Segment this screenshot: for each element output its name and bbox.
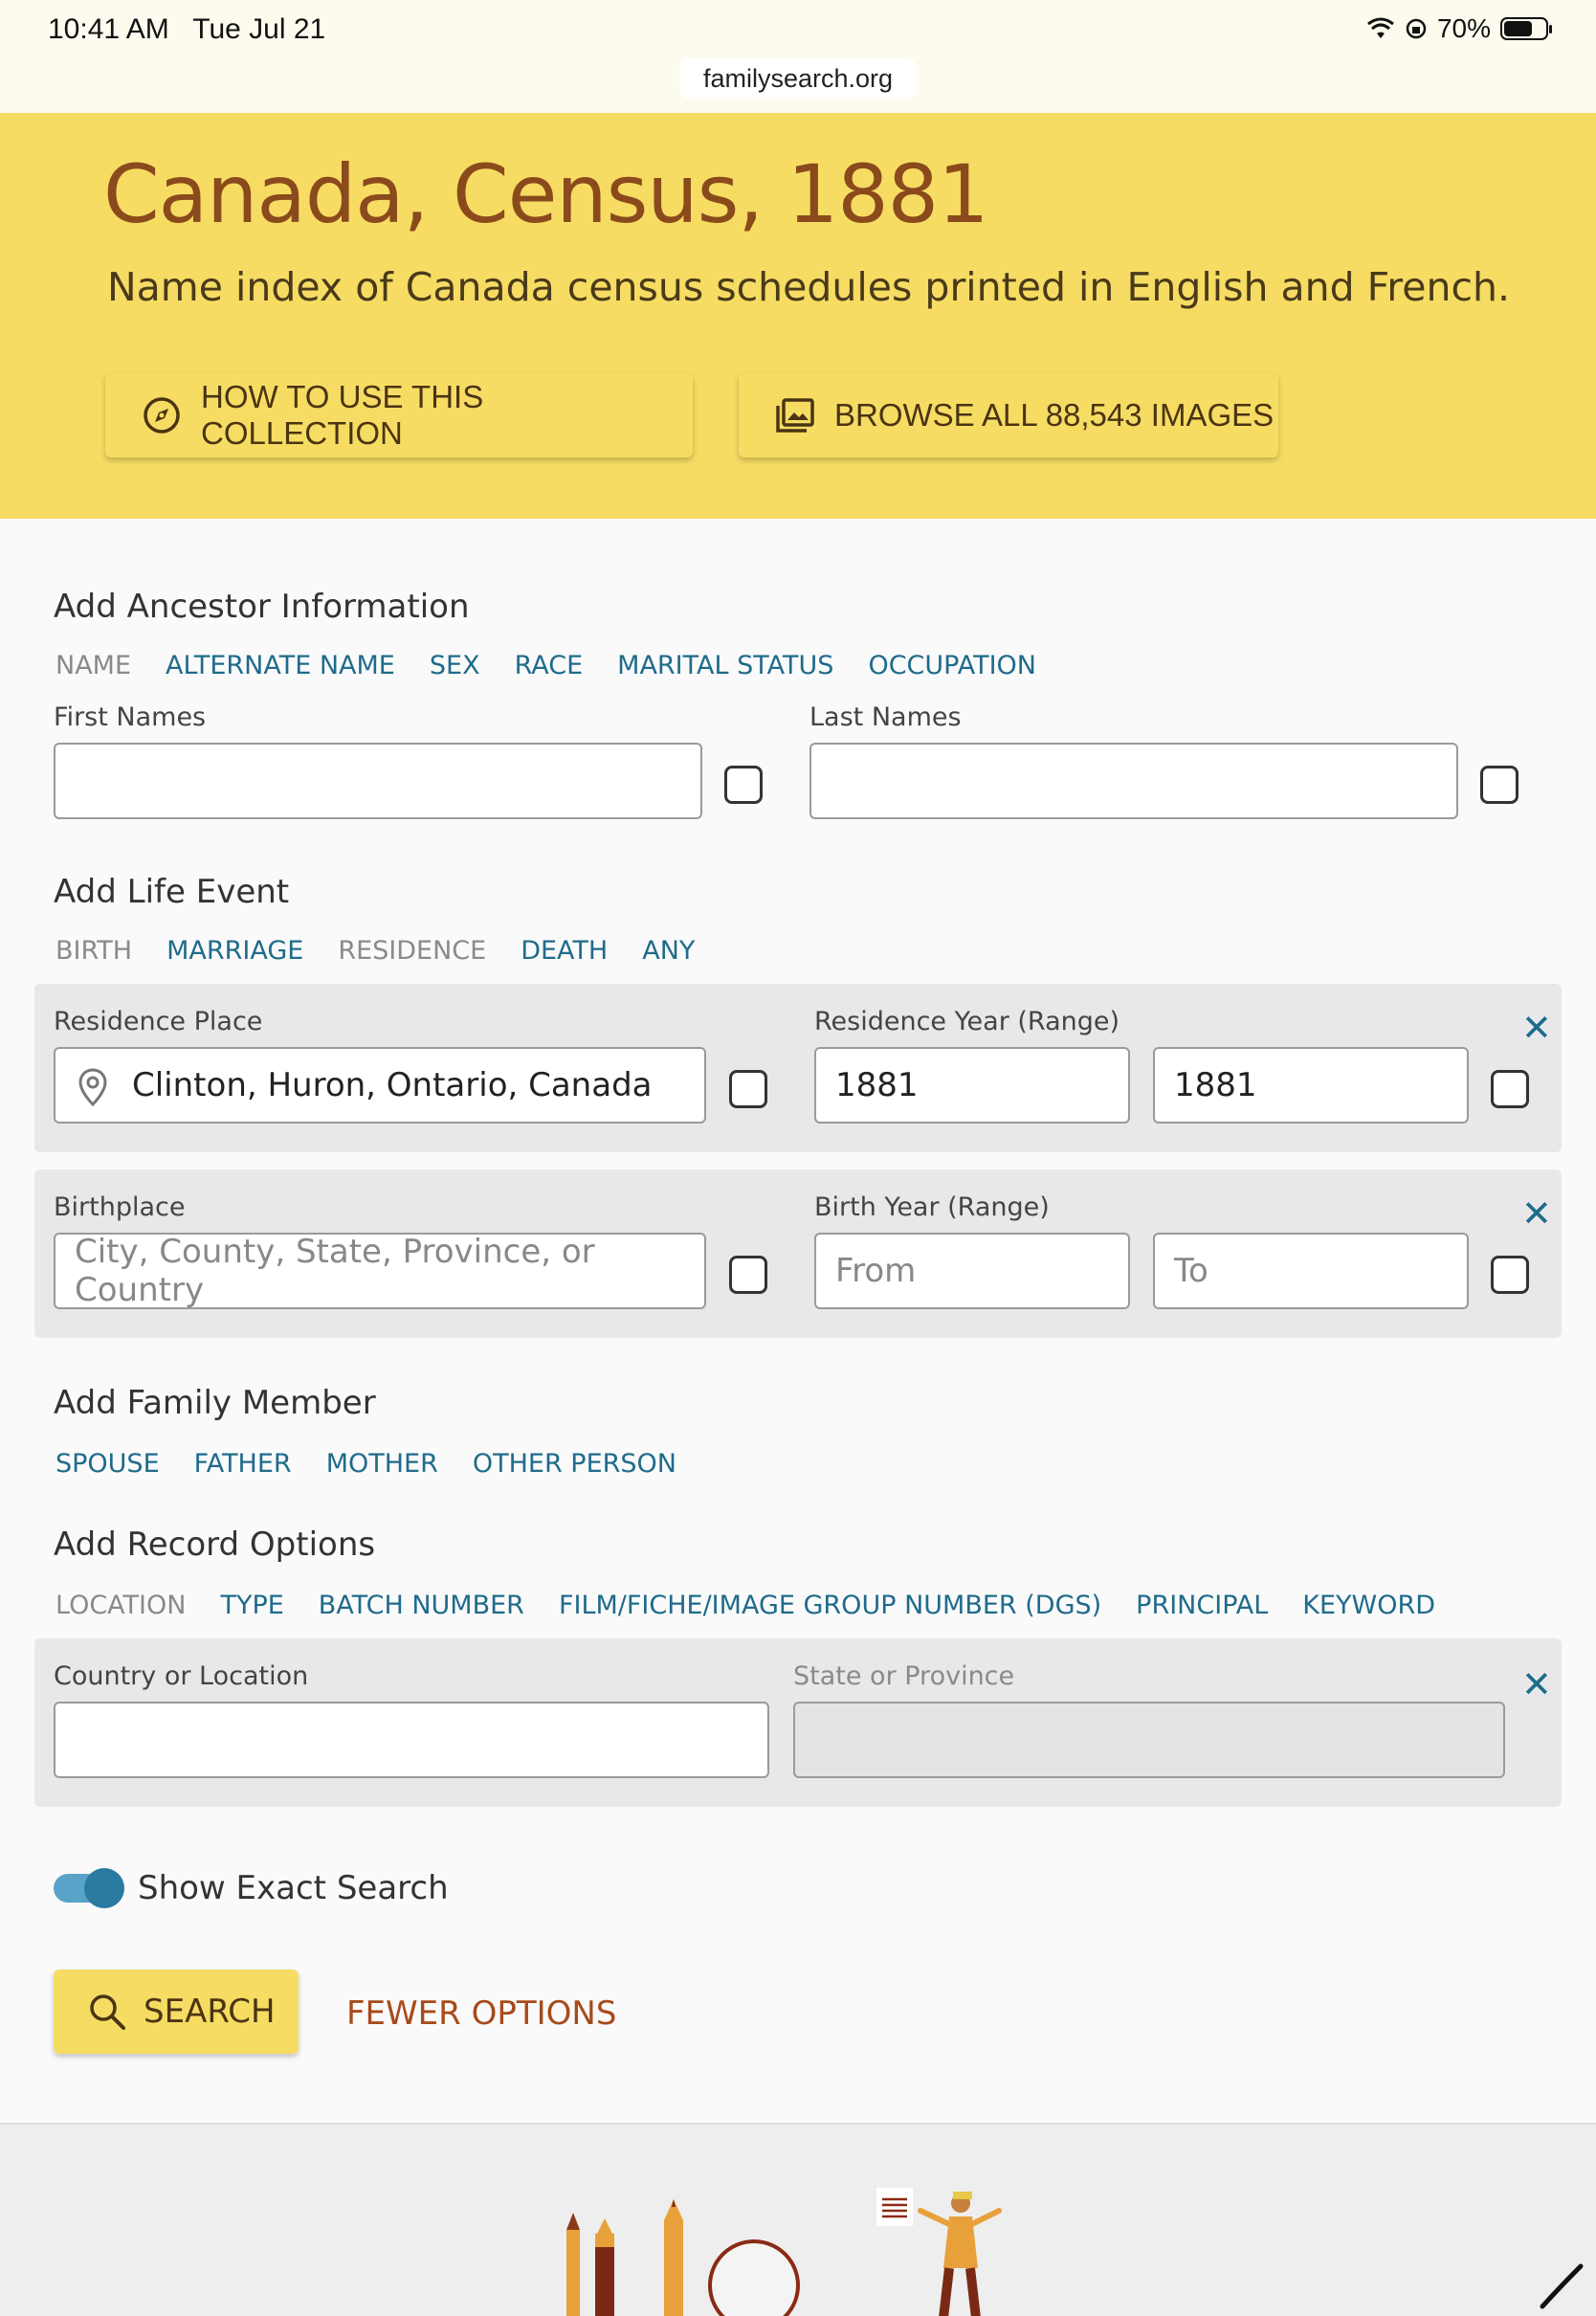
country-input[interactable] [54, 1702, 769, 1778]
birth-year-from-input[interactable]: From [814, 1233, 1130, 1309]
search-button[interactable]: SEARCH [54, 1970, 299, 2054]
close-icon[interactable]: ✕ [1521, 1196, 1552, 1233]
tab-other-person[interactable]: OTHER PERSON [473, 1449, 676, 1479]
birth-year-label: Birth Year (Range) [814, 1192, 1050, 1222]
footer-illustration [0, 2123, 1596, 2316]
tab-occupation[interactable]: OCCUPATION [868, 651, 1036, 680]
url-bar[interactable]: familysearch.org [679, 57, 917, 100]
ancestor-tabs: NAME ALTERNATE NAME SEX RACE MARITAL STA… [55, 651, 1036, 680]
how-to-use-button[interactable]: HOW TO USE THIS COLLECTION [105, 373, 693, 457]
battery-percent: 70% [1436, 13, 1491, 43]
state-input [793, 1702, 1505, 1778]
residence-place-input[interactable]: Clinton, Huron, Ontario, Canada [54, 1047, 706, 1124]
fewer-options-link[interactable]: FEWER OPTIONS [346, 1994, 616, 2033]
record-options-section-title: Add Record Options [54, 1525, 376, 1564]
browse-images-button[interactable]: BROWSE ALL 88,543 IMAGES [739, 373, 1278, 457]
tab-keyword[interactable]: KEYWORD [1302, 1591, 1435, 1620]
how-to-use-label: HOW TO USE THIS COLLECTION [201, 379, 484, 451]
tab-sex[interactable]: SEX [430, 651, 480, 680]
tab-marriage[interactable]: MARRIAGE [166, 936, 303, 966]
browse-images-label: BROWSE ALL 88,543 IMAGES [834, 397, 1275, 433]
family-tabs: SPOUSE FATHER MOTHER OTHER PERSON [55, 1449, 676, 1479]
residence-year-from-input[interactable]: 1881 [814, 1047, 1130, 1124]
last-names-label: Last Names [809, 702, 962, 732]
status-right: 70% [1366, 13, 1552, 44]
tab-name[interactable]: NAME [55, 651, 131, 680]
status-bar: 10:41 AM Tue Jul 21 70% familysearch.org [0, 0, 1596, 113]
close-icon[interactable]: ✕ [1521, 1011, 1552, 1047]
tab-principal[interactable]: PRINCIPAL [1136, 1591, 1268, 1620]
residence-place-label: Residence Place [54, 1007, 263, 1036]
collection-header: Canada, Census, 1881 Name index of Canad… [0, 113, 1596, 519]
residence-place-value: Clinton, Huron, Ontario, Canada [132, 1066, 653, 1104]
tab-alternate-name[interactable]: ALTERNATE NAME [166, 651, 395, 680]
tab-any[interactable]: ANY [642, 936, 695, 966]
state-label: State or Province [793, 1661, 1015, 1691]
orientation-lock-icon [1406, 18, 1427, 39]
record-options-tabs: LOCATION TYPE BATCH NUMBER FILM/FICHE/IM… [55, 1591, 1435, 1620]
residence-year-to-input[interactable]: 1881 [1153, 1047, 1469, 1124]
residence-place-exact-checkbox[interactable] [729, 1070, 767, 1108]
search-label: SEARCH [144, 1993, 276, 2031]
tab-batch-number[interactable]: BATCH NUMBER [319, 1591, 524, 1620]
birth-year-to-input[interactable]: To [1153, 1233, 1469, 1309]
country-label: Country or Location [54, 1661, 309, 1691]
exact-search-label: Show Exact Search [138, 1869, 449, 1907]
birth-year-exact-checkbox[interactable] [1491, 1256, 1529, 1294]
tab-location[interactable]: LOCATION [55, 1591, 186, 1620]
birthplace-exact-checkbox[interactable] [729, 1256, 767, 1294]
tab-type[interactable]: TYPE [220, 1591, 283, 1620]
tab-father[interactable]: FATHER [194, 1449, 292, 1479]
birthplace-label: Birthplace [54, 1192, 186, 1222]
illustration-image [566, 2188, 1584, 2316]
collection-description: Name index of Canada census schedules pr… [107, 264, 1511, 310]
status-time: 10:41 AM Tue Jul 21 [48, 13, 325, 46]
exact-search-toggle[interactable] [54, 1868, 124, 1908]
status-date: Tue Jul 21 [192, 13, 326, 45]
compass-icon [144, 397, 180, 434]
tab-race[interactable]: RACE [515, 651, 584, 680]
wifi-icon [1367, 17, 1394, 38]
page-title: Canada, Census, 1881 [103, 147, 989, 241]
images-icon [776, 398, 814, 433]
life-event-tabs: BIRTH MARRIAGE RESIDENCE DEATH ANY [55, 936, 695, 966]
tab-mother[interactable]: MOTHER [326, 1449, 438, 1479]
residence-year-label: Residence Year (Range) [814, 1007, 1120, 1036]
first-names-exact-checkbox[interactable] [724, 766, 763, 804]
tab-film-fiche[interactable]: FILM/FICHE/IMAGE GROUP NUMBER (DGS) [559, 1591, 1101, 1620]
ancestor-section-title: Add Ancestor Information [54, 588, 470, 626]
battery-icon [1500, 17, 1552, 40]
family-section-title: Add Family Member [54, 1384, 376, 1422]
tab-death[interactable]: DEATH [521, 936, 608, 966]
life-event-section-title: Add Life Event [54, 873, 290, 911]
close-icon[interactable]: ✕ [1521, 1667, 1552, 1704]
last-names-exact-checkbox[interactable] [1480, 766, 1518, 804]
last-names-input[interactable] [809, 743, 1458, 819]
tab-spouse[interactable]: SPOUSE [55, 1449, 160, 1479]
birthplace-input[interactable]: City, County, State, Province, or Countr… [54, 1233, 706, 1309]
status-clock: 10:41 AM [48, 13, 169, 45]
location-pin-icon [78, 1068, 107, 1106]
tab-residence[interactable]: RESIDENCE [338, 936, 486, 966]
search-icon [90, 1994, 125, 2030]
first-names-label: First Names [54, 702, 207, 732]
tab-birth[interactable]: BIRTH [55, 936, 132, 966]
residence-year-exact-checkbox[interactable] [1491, 1070, 1529, 1108]
first-names-input[interactable] [54, 743, 702, 819]
tab-marital-status[interactable]: MARITAL STATUS [617, 651, 833, 680]
